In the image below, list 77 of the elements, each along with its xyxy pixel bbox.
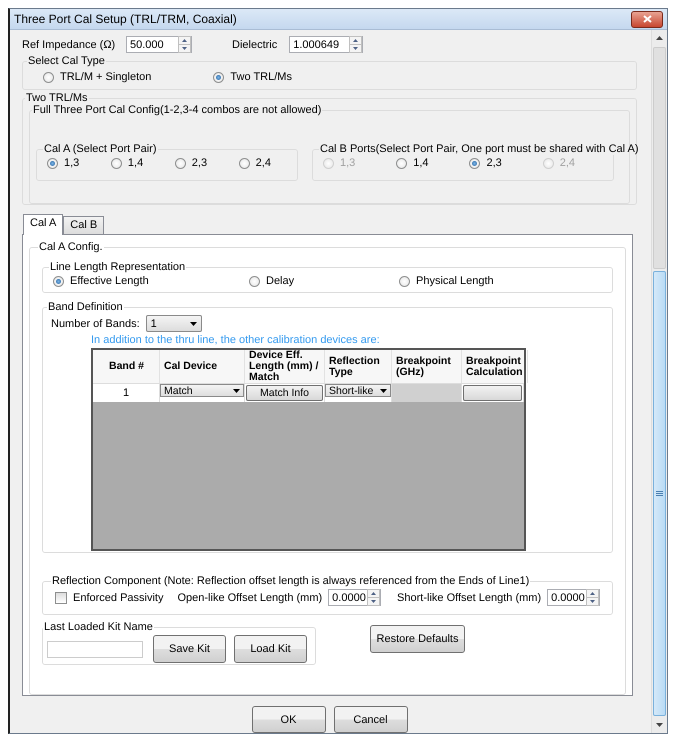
field-label: Dielectric: [232, 38, 278, 50]
radio-indicator[interactable]: [43, 72, 54, 82]
radio-indicator[interactable]: [47, 158, 58, 168]
kit-button[interactable]: Load Kit: [234, 635, 307, 663]
bands-dropdown[interactable]: 1: [146, 315, 202, 332]
window-title: Three Port Cal Setup (TRL/TRM, Coaxial): [14, 12, 237, 26]
spin-arrows-icon[interactable]: [178, 36, 191, 53]
tab[interactable]: Cal A: [23, 214, 64, 235]
dialog-button[interactable]: Cancel: [334, 706, 408, 733]
dropdown-arrow-icon: [233, 388, 240, 392]
cell-button[interactable]: [463, 385, 522, 401]
radio-button[interactable]: 1,4: [110, 155, 144, 171]
column-header: Device Eff. Length (mm) / Match: [245, 350, 325, 383]
radio-indicator[interactable]: [399, 276, 410, 286]
group-title: Last Loaded Kit Name: [43, 621, 154, 633]
radio-button[interactable]: Delay: [249, 273, 294, 289]
column-header: Band #: [93, 350, 160, 383]
checkbox[interactable]: Enforced Passivity: [55, 590, 164, 606]
spin-arrows-icon[interactable]: [586, 589, 599, 606]
group-title: Line Length Representation: [49, 261, 186, 273]
grip-icon: [656, 490, 663, 496]
radio-button[interactable]: 1,3: [47, 155, 80, 171]
radio-indicator[interactable]: [213, 72, 224, 82]
info-text: In addition to the thru line, the other calibration devices are:: [91, 334, 381, 346]
kit-name-field[interactable]: [47, 640, 143, 658]
radio-button[interactable]: 2,3: [469, 155, 502, 171]
scroll-up-icon[interactable]: [656, 36, 663, 40]
number-field[interactable]: 0.0000: [547, 589, 600, 606]
number-field[interactable]: 0.0000: [328, 589, 382, 606]
radio-indicator[interactable]: [396, 158, 408, 168]
field-label: Open-like Offset Length (mm): [177, 592, 322, 604]
group-title: Cal A (Select Port Pair): [43, 143, 158, 155]
column-header: Reflection Type: [325, 350, 392, 383]
group-title: Full Three Port Cal Config(1-2,3-4 combos are not allowed): [32, 104, 322, 116]
dropdown-arrow-icon: [190, 322, 197, 326]
group-title: Cal A Config.: [38, 241, 104, 253]
radio-indicator[interactable]: [53, 276, 64, 286]
radio-button[interactable]: Two TRL/Ms: [213, 69, 292, 85]
scrollbar[interactable]: [651, 30, 667, 733]
group-title: Two TRL/Ms: [25, 92, 89, 104]
radio-button[interactable]: Effective Length: [53, 273, 149, 289]
kit-button[interactable]: Save Kit: [153, 635, 226, 663]
close-button[interactable]: [631, 10, 663, 28]
dropdown-arrow-icon: [380, 388, 387, 392]
group-title: Band Definition: [47, 301, 124, 313]
radio-indicator[interactable]: [238, 158, 250, 168]
close-icon: [642, 15, 652, 23]
field-label: Ref Impedance (Ω): [22, 38, 116, 50]
radio-indicator[interactable]: [469, 158, 480, 168]
column-header: Cal Device: [160, 350, 245, 383]
radio-indicator[interactable]: [249, 276, 260, 286]
radio-indicator[interactable]: [174, 158, 186, 168]
radio-button[interactable]: 2,3: [174, 155, 208, 171]
table-cell: 1: [122, 387, 130, 399]
radio-button[interactable]: 2,4: [238, 155, 271, 171]
restore-defaults-button[interactable]: Restore Defaults: [370, 625, 465, 653]
number-field[interactable]: 1.000649: [289, 36, 364, 53]
radio-button[interactable]: 1,4: [396, 155, 429, 171]
dialog-button[interactable]: OK: [252, 706, 326, 733]
field-label: Number of Bands:: [51, 318, 140, 330]
spin-arrows-icon[interactable]: [349, 36, 362, 53]
spin-arrows-icon[interactable]: [367, 589, 380, 606]
group-title: Select Cal Type: [27, 55, 106, 67]
group-title: Cal B Ports(Select Port Pair, One port must be shared with Cal A): [319, 143, 640, 155]
column-header: Breakpoint (GHz): [392, 350, 462, 383]
column-header: Breakpoint Calculation: [462, 350, 528, 383]
radio-indicator[interactable]: [110, 158, 122, 168]
scroll-down-icon[interactable]: [656, 723, 663, 727]
number-field[interactable]: 50.000: [126, 36, 192, 53]
cell-dropdown[interactable]: Match: [160, 384, 244, 397]
tab[interactable]: Cal B: [63, 216, 104, 234]
cell-button[interactable]: Match Info: [246, 385, 323, 401]
radio-button[interactable]: TRL/M + Singleton: [43, 69, 152, 85]
field-label: Short-like Offset Length (mm): [397, 592, 542, 604]
cell-dropdown[interactable]: Short-like: [325, 384, 391, 397]
radio-button[interactable]: Physical Length: [399, 273, 494, 289]
group-title: Reflection Component (Note: Reflection offset length is always referenced from the Ends of Line1): [51, 575, 530, 587]
